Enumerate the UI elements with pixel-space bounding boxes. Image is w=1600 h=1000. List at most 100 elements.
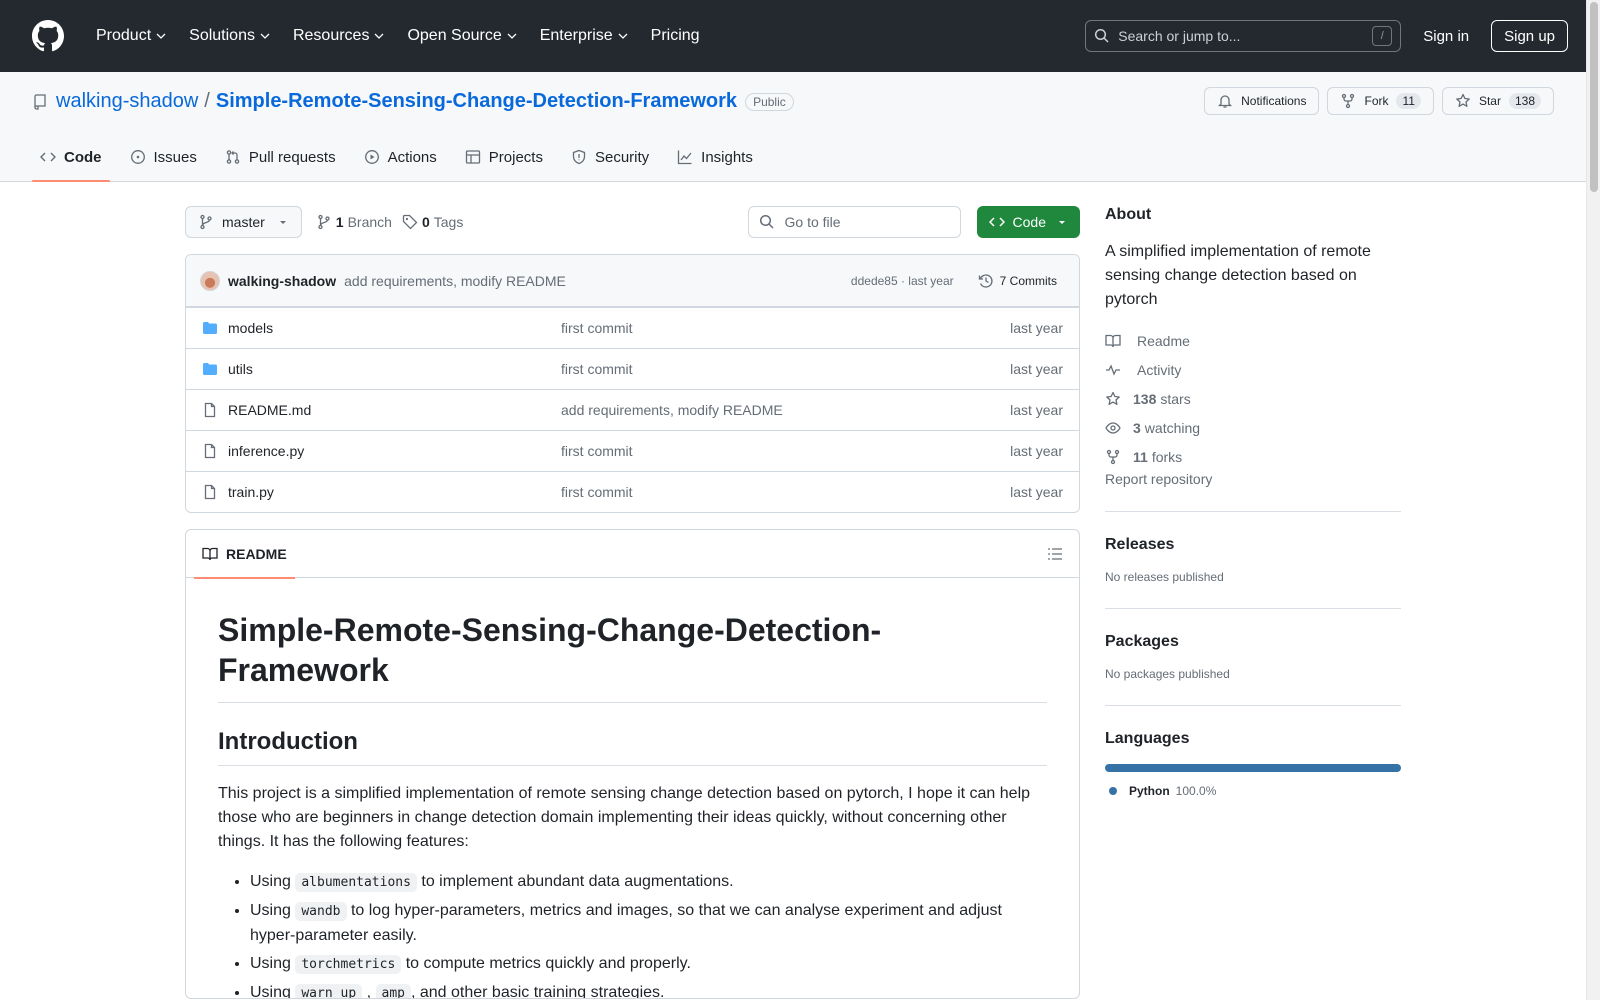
file-commit-message[interactable]: first commit bbox=[561, 443, 1010, 459]
avatar[interactable] bbox=[200, 270, 220, 291]
commit-author-link[interactable]: walking-shadow bbox=[228, 273, 336, 289]
code-icon bbox=[988, 217, 1005, 227]
branch-selector[interactable]: master bbox=[185, 206, 302, 238]
chevron-down-icon bbox=[507, 33, 517, 39]
book-icon bbox=[1105, 334, 1121, 347]
tag-count: 0 bbox=[421, 214, 430, 230]
list-item: Using albumentations to implement abunda… bbox=[250, 870, 1047, 895]
language-item[interactable]: Python 100.0% bbox=[1105, 784, 1401, 798]
item-label: watching bbox=[1144, 419, 1201, 436]
branch-count: 1 bbox=[335, 214, 344, 230]
file-icon bbox=[204, 402, 216, 418]
file-row[interactable]: utils first commit last year bbox=[186, 348, 1079, 389]
tab-projects[interactable]: Projects bbox=[457, 133, 551, 181]
forks-link[interactable]: 11 forks bbox=[1105, 442, 1401, 471]
tab-insights[interactable]: Insights bbox=[669, 133, 761, 181]
fork-icon bbox=[1342, 93, 1355, 109]
issue-icon bbox=[130, 150, 145, 164]
readme-link[interactable]: Readme bbox=[1105, 326, 1401, 355]
star-label: Star bbox=[1478, 94, 1501, 108]
search-shortcut-hint: / bbox=[1372, 26, 1393, 46]
tab-security[interactable]: Security bbox=[563, 133, 657, 181]
tab-label: Pull requests bbox=[248, 148, 336, 166]
commit-sha-time[interactable]: ddede85 · last year bbox=[851, 274, 954, 288]
notifications-button[interactable]: Notifications bbox=[1204, 87, 1320, 115]
readme-title: Simple-Remote-Sensing-Change-Detection-F… bbox=[218, 610, 1047, 703]
language-percent: 100.0% bbox=[1175, 784, 1217, 798]
feature-text: , and other basic training strategies. bbox=[410, 984, 665, 999]
file-name-link[interactable]: utils bbox=[228, 361, 561, 377]
file-icon bbox=[204, 443, 216, 459]
fork-button[interactable]: Fork 11 bbox=[1327, 87, 1434, 115]
eye-icon bbox=[1105, 421, 1121, 434]
nav-resources[interactable]: Resources bbox=[285, 20, 393, 52]
github-logo-icon[interactable] bbox=[32, 20, 64, 52]
nav-product[interactable]: Product bbox=[88, 20, 175, 52]
file-age: last year bbox=[1010, 361, 1063, 377]
file-commit-message[interactable]: first commit bbox=[561, 320, 1010, 336]
file-row[interactable]: inference.py first commit last year bbox=[186, 430, 1079, 471]
packages-heading[interactable]: Packages bbox=[1105, 633, 1401, 651]
tab-pull-requests[interactable]: Pull requests bbox=[217, 133, 344, 181]
file-commit-message[interactable]: add requirements, modify README bbox=[561, 402, 1010, 418]
file-commit-message[interactable]: first commit bbox=[561, 484, 1010, 500]
activity-link[interactable]: Activity bbox=[1105, 355, 1401, 384]
nav-pricing[interactable]: Pricing bbox=[643, 20, 708, 52]
file-name-link[interactable]: train.py bbox=[228, 484, 561, 500]
branches-link[interactable]: 1 Branch bbox=[316, 214, 392, 230]
tags-link[interactable]: 0 Tags bbox=[402, 214, 463, 230]
repo-name-link[interactable]: Simple-Remote-Sensing-Change-Detection-F… bbox=[216, 90, 737, 113]
search-input[interactable]: Search or jump to... / bbox=[1085, 20, 1402, 52]
commit-message-link[interactable]: add requirements, modify README bbox=[344, 273, 566, 289]
nav-open-source[interactable]: Open Source bbox=[399, 20, 525, 52]
branch-icon bbox=[200, 214, 212, 230]
pulse-icon bbox=[1106, 363, 1120, 376]
star-icon bbox=[1106, 391, 1120, 405]
file-row[interactable]: README.md add requirements, modify READM… bbox=[186, 389, 1079, 430]
file-row[interactable]: models first commit last year bbox=[186, 307, 1079, 348]
go-to-file-input[interactable]: Go to file bbox=[747, 206, 961, 238]
item-count: 138 bbox=[1133, 390, 1157, 407]
nav-enterprise[interactable]: Enterprise bbox=[532, 20, 637, 52]
tab-issues[interactable]: Issues bbox=[122, 133, 205, 181]
stars-link[interactable]: 138 stars bbox=[1105, 384, 1401, 413]
tab-actions[interactable]: Actions bbox=[356, 133, 445, 181]
readme-content: Simple-Remote-Sensing-Change-Detection-F… bbox=[186, 578, 1079, 999]
nav-solutions[interactable]: Solutions bbox=[181, 20, 279, 52]
repo-owner-link[interactable]: walking-shadow bbox=[56, 90, 198, 113]
file-row[interactable]: train.py first commit last year bbox=[186, 471, 1079, 512]
file-name-link[interactable]: README.md bbox=[228, 402, 561, 418]
tab-readme[interactable]: README bbox=[194, 530, 295, 579]
file-name-link[interactable]: models bbox=[228, 320, 561, 336]
language-bar bbox=[1105, 764, 1401, 772]
tab-label: Actions bbox=[387, 148, 437, 166]
tab-code[interactable]: Code bbox=[32, 133, 110, 182]
item-count: 3 bbox=[1133, 419, 1141, 436]
code-button-label: Code bbox=[1012, 214, 1046, 230]
inline-code: warn up bbox=[295, 984, 363, 998]
star-icon bbox=[1456, 93, 1470, 107]
chevron-down-icon bbox=[374, 33, 384, 39]
releases-note: No releases published bbox=[1105, 570, 1224, 584]
feature-text: Using bbox=[250, 955, 296, 972]
releases-heading[interactable]: Releases bbox=[1105, 536, 1401, 554]
chevron-down-icon bbox=[618, 33, 628, 39]
list-icon[interactable] bbox=[1047, 546, 1063, 562]
tag-label: Tags bbox=[433, 214, 464, 230]
watchers-link[interactable]: 3 watching bbox=[1105, 413, 1401, 442]
fork-label: Fork bbox=[1364, 94, 1389, 108]
scrollbar-thumb[interactable] bbox=[1590, 2, 1598, 192]
repo-header: walking-shadow / Simple-Remote-Sensing-C… bbox=[0, 72, 1600, 182]
star-button[interactable]: Star 138 bbox=[1441, 87, 1554, 115]
releases-section: Releases No releases published bbox=[1105, 511, 1401, 584]
commits-history-link[interactable]: 7 Commits bbox=[970, 273, 1065, 289]
page-scrollbar[interactable] bbox=[1586, 0, 1600, 1000]
file-name-link[interactable]: inference.py bbox=[228, 443, 561, 459]
sign-in-link[interactable]: Sign in bbox=[1423, 28, 1469, 45]
language-color-dot bbox=[1109, 787, 1117, 795]
sign-up-button[interactable]: Sign up bbox=[1491, 20, 1568, 52]
code-dropdown-button[interactable]: Code bbox=[976, 206, 1080, 238]
report-repository-link[interactable]: Report repository bbox=[1105, 471, 1212, 487]
file-commit-message[interactable]: first commit bbox=[561, 361, 1010, 377]
item-label: forks bbox=[1151, 448, 1183, 465]
